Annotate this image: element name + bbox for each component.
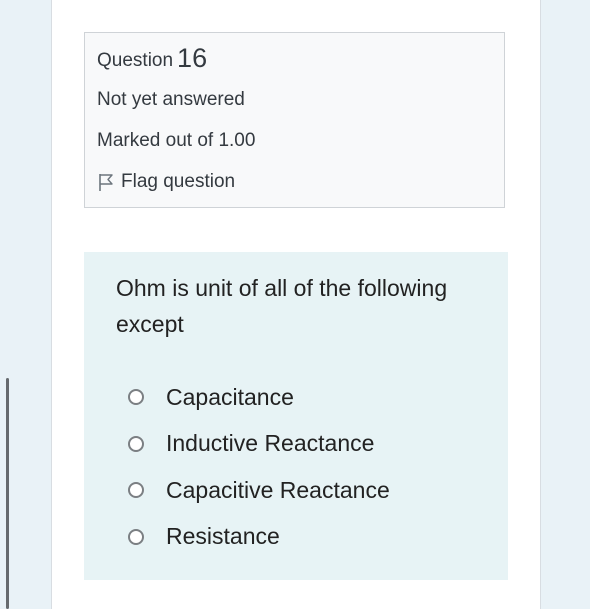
question-text: Ohm is unit of all of the following exce… <box>116 275 448 337</box>
flag-question-link[interactable]: Flag question <box>97 171 235 193</box>
answer-label[interactable]: Capacitive Reactance <box>166 477 390 504</box>
question-content-box: Ohm is unit of all of the following exce… <box>84 252 508 580</box>
answer-list: Capacitance Inductive Reactance Capaciti… <box>128 374 390 560</box>
answer-label[interactable]: Resistance <box>166 523 280 550</box>
answer-option[interactable]: Capacitance <box>128 374 390 421</box>
radio-button[interactable] <box>128 389 144 406</box>
question-number: 16 <box>177 43 208 73</box>
answer-option[interactable]: Inductive Reactance <box>128 421 390 468</box>
radio-button[interactable] <box>128 482 144 499</box>
question-heading: Question 16 <box>97 43 207 74</box>
flag-icon <box>97 172 115 192</box>
answer-label[interactable]: Capacitance <box>166 384 294 411</box>
radio-button[interactable] <box>128 528 144 545</box>
question-info-box: Question 16 Not yet answered Marked out o… <box>84 32 505 208</box>
answer-label[interactable]: Inductive Reactance <box>166 430 374 457</box>
flag-question-label: Flag question <box>121 171 236 192</box>
question-grade: Marked out of 1.00 <box>97 130 256 151</box>
quiz-page-panel: Question 16 Not yet answered Marked out o… <box>51 0 541 609</box>
page-scrollbar[interactable] <box>6 378 9 609</box>
answer-option[interactable]: Resistance <box>128 514 390 561</box>
question-heading-prefix: Question <box>97 50 174 71</box>
answer-option[interactable]: Capacitive Reactance <box>128 467 390 514</box>
radio-button[interactable] <box>128 435 144 452</box>
question-state: Not yet answered <box>97 89 245 110</box>
